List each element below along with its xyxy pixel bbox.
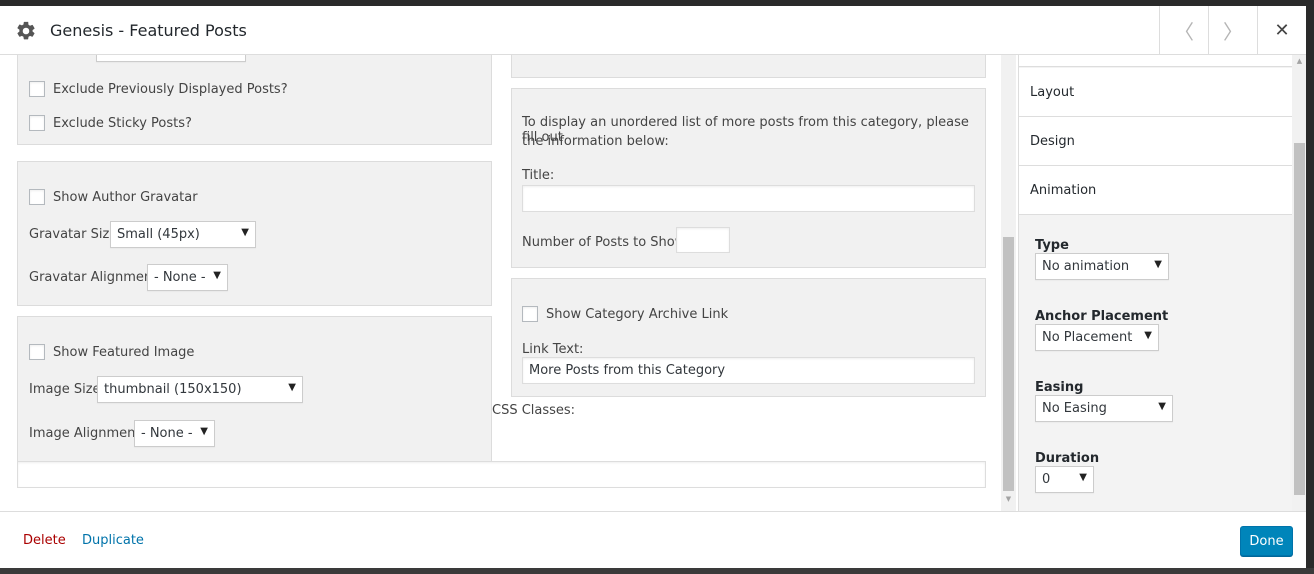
tab-layout[interactable]: Layout <box>1019 68 1292 117</box>
dropdown-arrow-icon: ▼ <box>1079 472 1087 483</box>
show-image-checkbox[interactable] <box>29 344 45 360</box>
dropdown-arrow-icon: ▼ <box>1158 401 1166 412</box>
anchor-placement-value: No Placement <box>1042 330 1133 345</box>
image-size-select[interactable]: thumbnail (150x150) ▼ <box>97 376 303 403</box>
link-text-value: More Posts from this Category <box>529 363 726 378</box>
show-archive-row: Show Category Archive Link <box>522 306 728 322</box>
tab-design[interactable]: Design <box>1019 117 1292 166</box>
anchor-placement-label: Anchor Placement <box>1035 309 1169 324</box>
more-posts-title-input[interactable] <box>522 185 975 212</box>
featured-image-panel: Show Featured Image Image Size: thumbnai… <box>17 316 492 461</box>
close-button[interactable]: ✕ <box>1257 6 1306 54</box>
gravatar-panel: Show Author Gravatar Gravatar Size: Smal… <box>17 161 492 306</box>
sidebar-scrollbar[interactable]: ▲ <box>1292 55 1306 511</box>
show-archive-checkbox[interactable] <box>522 306 538 322</box>
show-image-label: Show Featured Image <box>53 344 195 360</box>
duration-label: Duration <box>1035 451 1100 466</box>
tab-animation-label: Animation <box>1030 182 1097 198</box>
exclude-previous-row: Exclude Previously Displayed Posts? <box>29 81 288 97</box>
gravatar-alignment-select[interactable]: - None - ▼ <box>147 264 228 291</box>
content-scrollbar-thumb[interactable] <box>1003 237 1014 491</box>
easing-label: Easing <box>1035 380 1084 395</box>
next-button[interactable]: 〉 <box>1208 6 1257 54</box>
animation-type-value: No animation <box>1042 259 1130 274</box>
easing-value: No Easing <box>1042 401 1107 416</box>
image-alignment-select[interactable]: - None - ▼ <box>134 420 215 447</box>
dropdown-arrow-icon: ▼ <box>200 426 208 437</box>
gravatar-size-label: Gravatar Size: <box>29 227 122 242</box>
show-gravatar-row: Show Author Gravatar <box>29 189 198 205</box>
background-page <box>0 568 1314 574</box>
dropdown-arrow-icon: ▼ <box>1144 330 1152 341</box>
previous-button[interactable]: 〈 <box>1159 6 1208 54</box>
image-alignment-label: Image Alignment: <box>29 426 145 441</box>
widget-modal: Genesis - Featured Posts 〈 〉 ✕ Exclude P… <box>0 6 1306 568</box>
tab-animation[interactable]: Animation <box>1019 166 1292 215</box>
more-posts-title-label: Title: <box>522 168 555 183</box>
duration-value: 0 <box>1042 472 1051 487</box>
show-gravatar-label: Show Author Gravatar <box>53 189 198 205</box>
gear-icon <box>17 21 35 40</box>
tab-design-label: Design <box>1030 133 1075 149</box>
animation-type-label: Type <box>1035 238 1069 253</box>
dropdown-arrow-icon: ▼ <box>1154 259 1162 270</box>
exclude-previous-checkbox[interactable] <box>29 81 45 97</box>
animation-type-select[interactable]: No animation ▼ <box>1035 253 1169 280</box>
gravatar-alignment-value: - None - <box>154 270 206 285</box>
scroll-up-arrow-icon[interactable]: ▲ <box>1292 57 1306 65</box>
image-size-label: Image Size: <box>29 382 105 397</box>
more-posts-intro-line2: the information below: <box>522 134 669 149</box>
sidebar-scrollbar-thumb[interactable] <box>1294 143 1305 495</box>
exclude-previous-label: Exclude Previously Displayed Posts? <box>53 81 288 97</box>
gravatar-alignment-label: Gravatar Alignment: <box>29 270 162 285</box>
show-gravatar-checkbox[interactable] <box>29 189 45 205</box>
exclude-sticky-row: Exclude Sticky Posts? <box>29 115 192 131</box>
scrolled-tab-edge <box>1019 55 1292 67</box>
close-icon: ✕ <box>1274 19 1290 41</box>
done-button[interactable]: Done <box>1240 526 1293 556</box>
image-alignment-value: - None - <box>141 426 193 441</box>
duration-select[interactable]: 0 ▼ <box>1035 466 1094 493</box>
dropdown-arrow-icon: ▼ <box>241 227 249 238</box>
modal-footer: Delete Duplicate Done <box>0 511 1306 568</box>
scroll-down-arrow-icon[interactable]: ▼ <box>1001 495 1016 503</box>
css-classes-label: CSS Classes: <box>492 403 576 418</box>
easing-select[interactable]: No Easing ▼ <box>1035 395 1173 422</box>
scrolled-select[interactable] <box>96 55 246 62</box>
link-text-input[interactable]: More Posts from this Category <box>522 357 975 384</box>
delete-link[interactable]: Delete <box>23 533 66 548</box>
tab-layout-label: Layout <box>1030 84 1075 100</box>
anchor-placement-select[interactable]: No Placement ▼ <box>1035 324 1159 351</box>
widget-settings-area: Exclude Previously Displayed Posts? Excl… <box>0 55 1018 511</box>
gravatar-size-select[interactable]: Small (45px) ▼ <box>110 221 256 248</box>
dropdown-arrow-icon: ▼ <box>213 270 221 281</box>
more-posts-panel: To display an unordered list of more pos… <box>511 88 986 268</box>
content-scrollbar[interactable]: ▼ <box>1001 55 1016 511</box>
archive-link-panel: Show Category Archive Link Link Text: Mo… <box>511 278 986 397</box>
chevron-right-icon: 〉 <box>1223 19 1243 44</box>
more-posts-count-label: Number of Posts to Show: <box>522 235 690 250</box>
modal-header: Genesis - Featured Posts 〈 〉 ✕ <box>0 6 1306 55</box>
show-archive-label: Show Category Archive Link <box>546 306 729 322</box>
show-image-row: Show Featured Image <box>29 344 194 360</box>
chevron-left-icon: 〈 <box>1174 19 1194 44</box>
gravatar-size-value: Small (45px) <box>117 227 200 242</box>
duplicate-link[interactable]: Duplicate <box>82 533 144 548</box>
posts-options-panel: Exclude Previously Displayed Posts? Excl… <box>17 55 492 145</box>
image-size-value: thumbnail (150x150) <box>104 382 242 397</box>
scrolled-panel <box>511 55 986 78</box>
css-classes-input[interactable] <box>17 461 986 488</box>
link-text-label: Link Text: <box>522 342 584 357</box>
widget-sidebar: Layout Design Animation Type No animatio… <box>1018 55 1306 511</box>
more-posts-count-input[interactable] <box>676 227 730 253</box>
dropdown-arrow-icon: ▼ <box>288 382 296 393</box>
exclude-sticky-checkbox[interactable] <box>29 115 45 131</box>
exclude-sticky-label: Exclude Sticky Posts? <box>53 115 192 131</box>
modal-title: Genesis - Featured Posts <box>50 21 247 40</box>
